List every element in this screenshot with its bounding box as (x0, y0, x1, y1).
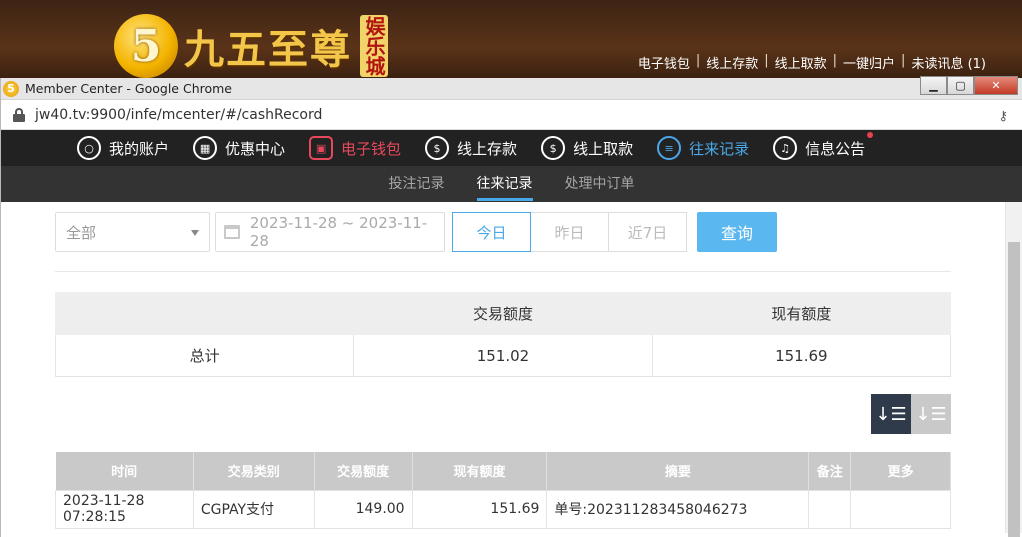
nav-item-label: 我的账户 (109, 139, 170, 158)
lock-icon[interactable] (13, 107, 25, 122)
last-7-days-button[interactable]: 近7日 (608, 212, 687, 252)
summary-header-cell: 现有额度 (651, 292, 952, 335)
deposit-icon: $ (425, 136, 450, 160)
nav-item-label: 线上存款 (457, 139, 518, 158)
cell-type: CGPAY支付 (192, 489, 315, 529)
withdraw-icon: $ (541, 136, 566, 160)
close-button[interactable]: ✕ (974, 76, 1018, 95)
cell-balance: 151.69 (411, 489, 548, 529)
nav-item-promotions[interactable]: ▦ 优惠中心 (193, 136, 285, 160)
tab-transaction-records[interactable]: 往来记录 (476, 166, 533, 202)
sub-nav: 投注记录 往来记录 处理中订单 (1, 166, 1022, 202)
record-icon: ≡ (657, 136, 682, 160)
link-separator: | (695, 53, 701, 68)
date-range-input[interactable]: 2023-11-28 ~ 2023-11-28 (215, 212, 445, 252)
user-icon: ○ (77, 136, 101, 160)
sort-asc-icon[interactable]: ↓☰ (911, 394, 951, 434)
logo-emblem: 5 (114, 14, 178, 78)
site-header: 5 九五至尊 娱乐城 电子钱包 | 线上存款 | 线上取款 | 一键归户 | 未… (0, 0, 1022, 80)
divider (55, 271, 951, 272)
window-titlebar[interactable]: 5 Member Center - Google Chrome ▁ ▢ ✕ (1, 76, 1022, 100)
wallet-icon: ▣ (309, 136, 334, 160)
calendar-icon (224, 225, 240, 239)
site-link-withdraw[interactable]: 线上取款 (775, 53, 827, 72)
minimize-button[interactable]: ▁ (920, 76, 947, 95)
address-bar[interactable]: jw40.tv:9900/infe/mcenter/#/cashRecord ⚷ (1, 100, 1022, 130)
summary-header-cell: 交易额度 (353, 292, 653, 335)
type-select-value: 全部 (66, 223, 97, 242)
column-header-type[interactable]: 交易类别 (193, 452, 315, 490)
table-row[interactable]: 2023-11-28 07:28:15 CGPAY支付 149.00 151.6… (55, 489, 951, 529)
column-header-balance[interactable]: 现有额度 (412, 452, 548, 490)
nav-item-wallet[interactable]: ▣ 电子钱包 (309, 136, 401, 160)
nav-item-announcements[interactable]: ♫ 信息公告 (773, 132, 874, 160)
cell-note (808, 489, 852, 529)
filter-row: 全部 2023-11-28 ~ 2023-11-28 今日 昨日 近7日 查询 (55, 212, 777, 252)
sort-desc-icon[interactable]: ↓☰ (871, 394, 911, 434)
logo-tag: 娱乐城 (360, 15, 388, 77)
window-title: Member Center - Google Chrome (25, 81, 233, 96)
query-button[interactable]: 查询 (697, 212, 777, 252)
site-link-wallet[interactable]: 电子钱包 (638, 53, 690, 72)
records-table: 时间 交易类别 交易额度 现有额度 摘要 备注 更多 2023-11-28 07… (55, 452, 951, 529)
cell-summary: 单号:202311283458046273 (546, 489, 810, 529)
chrome-window: 5 Member Center - Google Chrome ▁ ▢ ✕ jw… (0, 76, 1022, 537)
tab-pending-orders[interactable]: 处理中订单 (565, 166, 635, 202)
main-nav: ○ 我的账户 ▦ 优惠中心 ▣ 电子钱包 $ 线上存款 $ 线上取款 ≡ 往来记… (1, 130, 1022, 166)
nav-item-deposit[interactable]: $ 线上存款 (425, 136, 517, 160)
today-button[interactable]: 今日 (452, 212, 531, 252)
summary-header-row: 交易额度 现有额度 (54, 292, 952, 335)
nav-item-account[interactable]: ○ 我的账户 (77, 136, 169, 160)
column-header-note[interactable]: 备注 (808, 452, 852, 490)
cell-time: 2023-11-28 07:28:15 (55, 489, 194, 529)
nav-item-label: 电子钱包 (341, 139, 402, 158)
logo-name: 九五至尊 (184, 26, 352, 73)
column-header-amount[interactable]: 交易额度 (314, 452, 413, 490)
nav-item-label: 往来记录 (689, 139, 750, 158)
yesterday-button[interactable]: 昨日 (530, 212, 609, 252)
site-link-deposit[interactable]: 线上存款 (706, 53, 758, 72)
site-favicon-icon: 5 (3, 80, 19, 97)
summary-total-label: 总计 (54, 334, 355, 377)
link-separator: | (832, 53, 838, 68)
gift-icon: ▦ (193, 136, 218, 160)
notification-dot (867, 132, 874, 138)
site-top-links: 电子钱包 | 线上存款 | 线上取款 | 一键归户 | 未读讯息 (1) (638, 53, 986, 72)
key-icon[interactable]: ⚷ (998, 109, 1008, 124)
chevron-down-icon (191, 230, 199, 236)
cell-amount: 149.00 (313, 489, 413, 529)
column-header-more[interactable]: 更多 (850, 452, 951, 490)
summary-current-balance: 151.69 (651, 334, 952, 377)
summary-table: 交易额度 现有额度 总计 151.02 151.69 (54, 292, 952, 377)
tab-bet-records[interactable]: 投注记录 (389, 166, 445, 202)
bell-icon: ♫ (773, 136, 798, 160)
link-separator: | (901, 53, 906, 68)
nav-item-label: 优惠中心 (225, 139, 286, 158)
summary-header-cell (54, 292, 355, 335)
vertical-scrollbar[interactable] (1005, 202, 1022, 537)
nav-item-records[interactable]: ≡ 往来记录 (657, 136, 749, 160)
maximize-button[interactable]: ▢ (947, 76, 974, 95)
range-button-group: 今日 昨日 近7日 (452, 212, 687, 252)
nav-item-label: 线上取款 (573, 139, 634, 158)
column-header-summary[interactable]: 摘要 (546, 452, 810, 490)
link-separator: | (764, 53, 769, 68)
site-link-consolidate[interactable]: 一键归户 (843, 53, 895, 72)
url-text[interactable]: jw40.tv:9900/infe/mcenter/#/cashRecord (35, 107, 322, 123)
type-select[interactable]: 全部 (55, 212, 210, 252)
sort-buttons: ↓☰ ↓☰ (871, 394, 951, 434)
scrollbar-thumb[interactable] (1008, 242, 1020, 537)
nav-item-label: 信息公告 (805, 139, 866, 158)
date-range-value: 2023-11-28 ~ 2023-11-28 (249, 214, 428, 250)
content-area: 全部 2023-11-28 ~ 2023-11-28 今日 昨日 近7日 查询 … (1, 202, 1022, 537)
records-header-row: 时间 交易类别 交易额度 现有额度 摘要 备注 更多 (55, 452, 951, 490)
summary-transaction-total: 151.02 (353, 334, 653, 377)
column-header-time[interactable]: 时间 (55, 452, 194, 490)
summary-total-row: 总计 151.02 151.69 (54, 334, 952, 377)
site-logo: 5 九五至尊 娱乐城 (114, 14, 388, 78)
window-controls: ▁ ▢ ✕ (920, 76, 1018, 95)
nav-item-withdraw[interactable]: $ 线上取款 (541, 136, 633, 160)
cell-more[interactable] (850, 489, 951, 529)
site-link-messages[interactable]: 未读讯息 (1) (911, 53, 986, 72)
